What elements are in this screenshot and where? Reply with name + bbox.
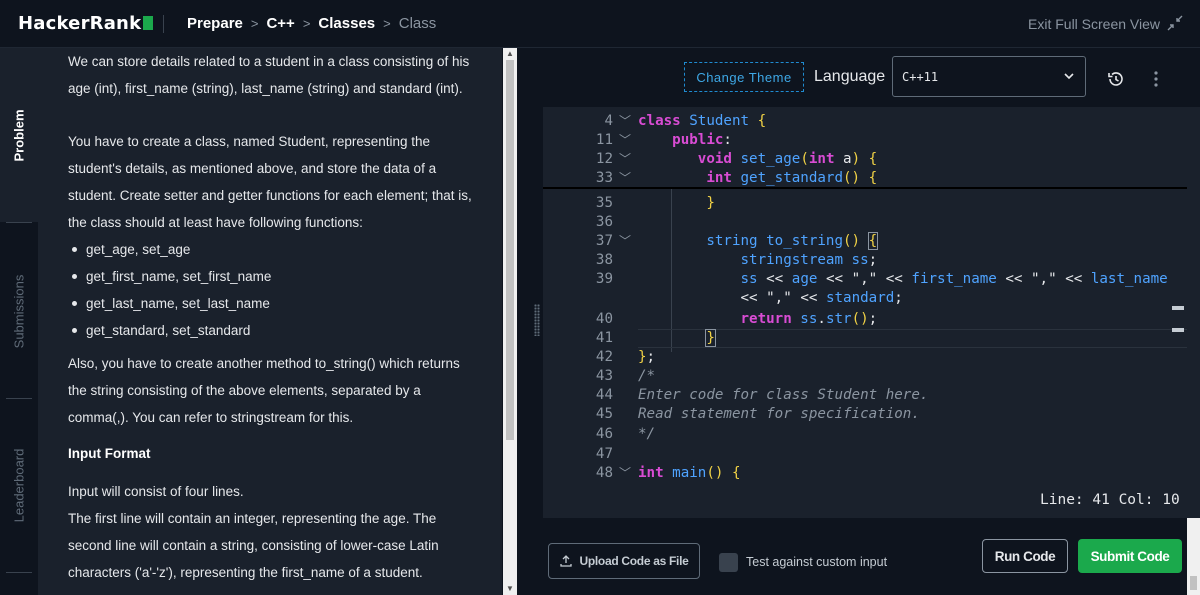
change-theme-button[interactable]: Change Theme <box>684 62 804 92</box>
code-line: 35 } <box>595 195 715 211</box>
top-bar: HackerRank Prepare > C++ > Classes > Cla… <box>0 0 1200 48</box>
divider <box>163 15 164 33</box>
code-line: 43/* <box>595 368 656 384</box>
input-format-heading: Input Format <box>68 446 151 461</box>
problem-paragraph: You have to create a class, named Studen… <box>68 134 472 230</box>
code-line: 41 } <box>595 329 716 347</box>
chevron-right-icon: > <box>302 16 311 31</box>
code-line: 45 Read statement for specification. <box>595 406 920 422</box>
list-item: get_standard, set_standard <box>68 317 478 344</box>
tab-divider <box>6 222 32 223</box>
function-list: get_age, set_age get_first_name, set_fir… <box>68 236 478 344</box>
custom-input-checkbox[interactable] <box>719 553 738 572</box>
code-editor[interactable]: 4 ﹀ class Student { 11 ﹀ public: 12 ﹀ void s… <box>543 107 1187 518</box>
list-item: get_age, set_age <box>68 236 478 263</box>
tab-problem-label: Problem <box>11 108 27 162</box>
breadcrumb-cpp[interactable]: C++ <box>266 15 294 32</box>
chevron-right-icon: > <box>250 16 259 31</box>
code-line: 4 ﹀ class Student { <box>604 113 767 129</box>
upload-code-button[interactable]: Upload Code as File <box>548 543 700 579</box>
editor-scrollbar[interactable] <box>1187 107 1200 518</box>
code-line: 46 */ <box>595 426 656 442</box>
scrollbar-thumb[interactable] <box>506 60 514 440</box>
problem-paragraph: We can store details related to a studen… <box>68 54 470 96</box>
code-line: 36 <box>595 214 613 230</box>
exit-full-screen-link[interactable]: Exit Full Screen View <box>1028 16 1160 32</box>
list-item: get_last_name, set_last_name <box>68 290 478 317</box>
code-line: 40 return ss.str(); <box>595 311 878 327</box>
chevron-down-icon <box>1064 73 1074 80</box>
upload-icon <box>559 555 572 567</box>
tab-divider <box>6 398 32 399</box>
code-line: 33 ﹀ int get_standard() { <box>595 170 878 186</box>
problem-panel: We can store details related to a studen… <box>38 48 502 595</box>
sticky-scroll-header: 4 ﹀ class Student { 11 ﹀ public: 12 ﹀ void s… <box>543 107 1187 189</box>
code-line: 12 ﹀ void set_age(int a) { <box>595 151 878 167</box>
logo-block-icon <box>143 16 154 30</box>
tab-submissions[interactable]: Submissions <box>0 226 38 396</box>
code-line: << "," << standard; <box>740 290 903 306</box>
code-line: 38 stringstream ss; <box>595 252 878 268</box>
code-line: 37 ﹀ string to_string() { <box>595 232 879 250</box>
scrollbar-marker <box>1172 306 1184 310</box>
hackerrank-logo[interactable]: HackerRank <box>18 13 154 34</box>
language-select[interactable]: C++11 <box>892 56 1086 97</box>
problem-scrollbar[interactable]: ▲ ▼ <box>503 48 517 595</box>
scrollbar-thumb[interactable] <box>1190 576 1197 590</box>
page-scrollbar[interactable] <box>1187 518 1200 595</box>
scroll-down-icon[interactable]: ▼ <box>506 585 514 593</box>
tab-problem[interactable]: Problem <box>0 48 38 222</box>
code-line: 48 ﹀ int main() { <box>595 465 741 481</box>
vertical-tabs: Problem Submissions Leaderboard <box>0 48 38 595</box>
custom-input-label[interactable]: Test against custom input <box>746 555 887 569</box>
submit-code-button[interactable]: Submit Code <box>1078 539 1182 573</box>
breadcrumb-current: Class <box>398 15 437 32</box>
problem-paragraph: Input will consist of four lines. <box>68 484 244 499</box>
code-line: 44 Enter code for class Student here. <box>595 387 929 403</box>
chevron-right-icon: > <box>383 16 391 31</box>
drag-handle-icon[interactable] <box>534 304 540 336</box>
history-icon[interactable] <box>1106 69 1126 89</box>
upload-code-label: Upload Code as File <box>579 554 689 568</box>
breadcrumb-classes[interactable]: Classes <box>318 15 375 32</box>
more-vertical-icon[interactable] <box>1148 69 1164 89</box>
code-line: 11 ﹀ public: <box>595 132 732 148</box>
tab-divider <box>6 572 32 573</box>
tab-leaderboard[interactable]: Leaderboard <box>0 400 38 570</box>
language-label: Language <box>814 68 886 85</box>
problem-paragraph: Also, you have to create another method … <box>68 356 460 425</box>
scroll-up-icon[interactable]: ▲ <box>506 50 514 58</box>
tab-leaderboard-label: Leaderboard <box>11 448 27 522</box>
tab-submissions-label: Submissions <box>11 274 27 348</box>
breadcrumb: Prepare > C++ > Classes > Class <box>187 15 436 32</box>
problem-paragraph: The first line will contain an integer, … <box>68 511 439 580</box>
breadcrumb-prepare[interactable]: Prepare <box>187 15 243 32</box>
code-line: 47 <box>595 446 613 462</box>
code-line: 42}; <box>595 349 656 365</box>
run-code-button[interactable]: Run Code <box>982 539 1068 573</box>
cursor-status: Line: 41 Col: 10 <box>1040 492 1180 508</box>
language-value: C++11 <box>902 69 939 84</box>
panel-gap <box>517 48 531 595</box>
collapse-icon[interactable] <box>1166 14 1184 32</box>
list-item: get_first_name, set_first_name <box>68 263 478 290</box>
scrollbar-marker <box>1172 328 1184 332</box>
code-line: 39 ss << age << "," << first_name << ","… <box>595 271 1168 287</box>
